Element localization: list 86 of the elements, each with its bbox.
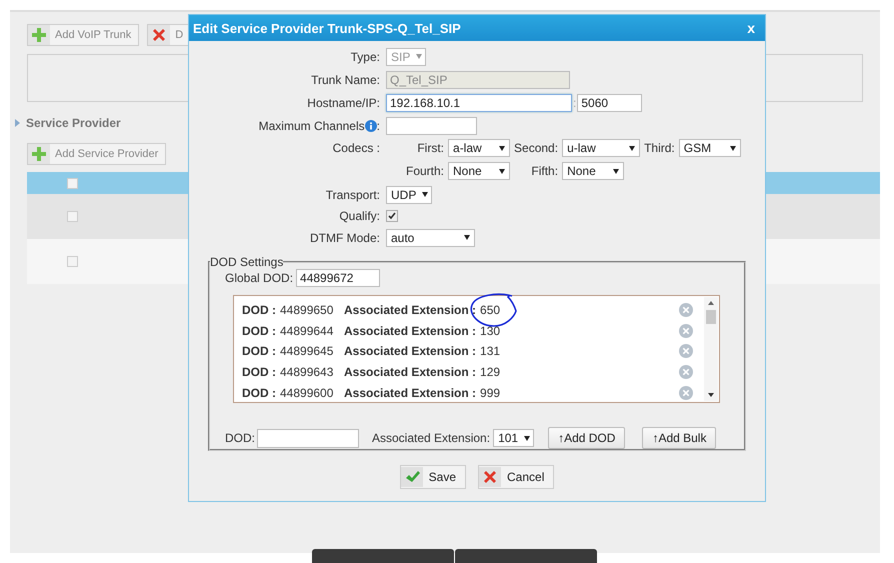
- checkbox[interactable]: [67, 178, 78, 188]
- field-label: Fifth:: [530, 164, 558, 178]
- field-label: Fourth:: [406, 164, 444, 178]
- save-button[interactable]: Save: [400, 465, 466, 489]
- dropdown[interactable]: auto: [386, 228, 475, 246]
- dropdown[interactable]: a-law: [448, 139, 510, 157]
- field-label: First:: [416, 141, 444, 155]
- extension-number: 131: [480, 344, 500, 358]
- caret-icon: [524, 436, 530, 440]
- scrollbar[interactable]: [704, 297, 718, 401]
- caret-icon: [499, 168, 506, 174]
- caret-icon: [613, 168, 620, 174]
- field-label: Global DOD:: [225, 271, 294, 285]
- remove-icon[interactable]: [679, 365, 693, 380]
- dropdown[interactable]: u-law: [562, 139, 640, 157]
- dialog-title: Edit Service Provider Trunk-SPS-Q_Tel_SIP: [193, 20, 461, 36]
- remove-icon[interactable]: [679, 386, 693, 400]
- caret-icon: [629, 146, 636, 150]
- input-field[interactable]: [386, 116, 477, 134]
- input-field[interactable]: 192.168.10.1: [386, 94, 572, 112]
- checkbox[interactable]: [386, 210, 398, 222]
- checkbox[interactable]: [67, 256, 78, 267]
- check-icon: [404, 469, 420, 485]
- field-label: Second:: [514, 141, 558, 155]
- input-field[interactable]: [257, 428, 359, 448]
- remove-icon[interactable]: [679, 303, 693, 318]
- field-label: DTMF Mode:: [308, 230, 381, 244]
- field-label: Third:: [644, 141, 675, 155]
- field-label: Trunk Name:: [310, 72, 381, 86]
- dod-label: DOD :: [242, 303, 276, 318]
- field-label: Codecs :: [332, 140, 381, 155]
- caret-icon: [499, 146, 506, 150]
- section-title: Service Provider: [26, 116, 121, 130]
- extension-label: Associated Extension :: [344, 303, 476, 318]
- field-label: Maximum Channels: [258, 118, 365, 132]
- dod-number: 44899645: [280, 344, 334, 358]
- dropdown[interactable]: UDP: [386, 186, 432, 204]
- add-button[interactable]: ↑Add Bulk: [642, 427, 716, 449]
- cancel-button[interactable]: Cancel: [478, 465, 554, 489]
- caret-icon: [422, 192, 428, 197]
- dod-number: 44899644: [280, 324, 334, 338]
- field-label: Hostname/IP:: [306, 96, 381, 110]
- dark-tab[interactable]: [455, 549, 597, 563]
- caret-icon: [416, 54, 422, 59]
- info-icon[interactable]: [364, 120, 377, 132]
- extension-label: Associated Extension :: [344, 324, 476, 338]
- dod-label: DOD :: [242, 344, 276, 358]
- plus-icon: [31, 146, 47, 162]
- field-label: Associated Extension:: [372, 431, 490, 445]
- extension-number: 129: [480, 365, 500, 380]
- delete-icon: [151, 27, 168, 43]
- field-label: DOD:: [225, 431, 255, 445]
- checkbox[interactable]: [67, 211, 78, 222]
- field-label: :: [376, 118, 380, 132]
- separator: :: [573, 96, 576, 110]
- panel-legend: DOD Settings: [210, 255, 284, 269]
- dod-number: 44899650: [280, 303, 334, 318]
- plus-icon: [31, 27, 47, 43]
- add-button[interactable]: ↑Add DOD: [548, 427, 626, 449]
- dod-number: 44899600: [280, 386, 334, 400]
- remove-icon[interactable]: [679, 344, 693, 358]
- dropdown[interactable]: None: [562, 162, 624, 180]
- input-field[interactable]: 44899672: [296, 269, 380, 287]
- dropdown[interactable]: 101: [493, 429, 534, 447]
- dod-label: DOD :: [242, 324, 276, 338]
- extension-label: Associated Extension :: [344, 365, 476, 380]
- expand-icon[interactable]: [15, 119, 20, 127]
- dod-label: DOD :: [242, 386, 276, 400]
- dropdown[interactable]: GSM: [678, 139, 741, 157]
- extension-number: 999: [480, 386, 500, 400]
- field-label: Qualify:: [338, 209, 381, 223]
- caret-icon: [464, 235, 470, 240]
- extension-number: 130: [480, 324, 500, 338]
- dark-tab[interactable]: [312, 549, 454, 563]
- input-field[interactable]: 5060: [577, 94, 642, 112]
- delete-icon: [482, 469, 498, 485]
- dod-label: DOD :: [242, 365, 276, 380]
- caret-icon: [730, 146, 736, 150]
- remove-icon[interactable]: [679, 324, 693, 338]
- field-label: Transport:: [324, 188, 381, 202]
- field-label: Type:: [350, 50, 381, 64]
- extension-label: Associated Extension :: [344, 344, 476, 358]
- extension-label: Associated Extension :: [344, 386, 476, 400]
- dod-number: 44899643: [280, 365, 334, 380]
- dropdown[interactable]: None: [448, 162, 510, 180]
- extension-number: 650: [480, 303, 500, 318]
